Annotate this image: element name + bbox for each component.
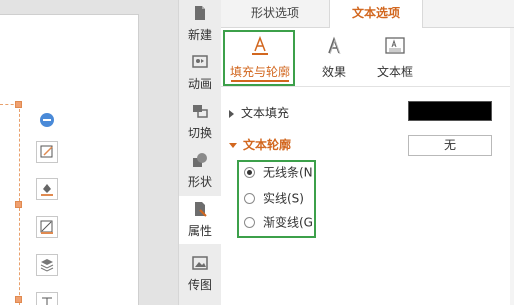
file-icon: [195, 6, 205, 20]
layers-icon[interactable]: [36, 254, 58, 276]
side-tab-label: 属性: [187, 224, 212, 238]
resize-handle[interactable]: [15, 296, 22, 303]
side-tab-label: 新建: [187, 28, 212, 42]
radio-gradient-line[interactable]: 渐变线(G: [244, 212, 313, 232]
subtab-effect[interactable]: 效果: [307, 28, 361, 84]
radio-label: 无线条(N: [263, 165, 313, 180]
resize-handle[interactable]: [15, 201, 22, 208]
fill-color-swatch[interactable]: [408, 101, 492, 121]
edit-shape-icon[interactable]: [36, 141, 58, 163]
text-outline-label: 文本轮廓: [243, 138, 292, 152]
text-tool-icon[interactable]: [36, 292, 58, 305]
side-tab-animation[interactable]: 动画: [179, 49, 221, 97]
panel-top-tabs: 形状选项 文本选项: [221, 0, 514, 28]
slide-page[interactable]: [0, 14, 139, 305]
image-icon: [192, 256, 208, 270]
side-tab-label: 动画: [187, 77, 212, 91]
tab-text-options[interactable]: 文本选项: [329, 0, 423, 28]
side-tab-properties[interactable]: 属性: [179, 196, 221, 244]
side-tab-label: 传图: [187, 278, 212, 292]
outline-pen-icon[interactable]: [36, 216, 58, 238]
side-tab-shape[interactable]: 形状: [179, 147, 221, 195]
properties-icon: [195, 202, 207, 217]
panel-sub-tabs: 填充与轮廓 效果 文本框: [221, 28, 514, 87]
tab-shape-options[interactable]: 形状选项: [221, 0, 329, 27]
text-effect-a-icon: [328, 36, 341, 55]
collapse-minus-icon[interactable]: [40, 113, 54, 127]
side-tab-new[interactable]: 新建: [179, 0, 221, 48]
shape-icon: [193, 153, 207, 167]
outline-style-button[interactable]: 无: [408, 135, 492, 156]
task-pane-tabs: 新建 动画 切换 形状 属性 传图: [178, 0, 222, 305]
radio-label: 渐变线(G: [263, 215, 313, 230]
text-underline-a-icon: [252, 35, 268, 55]
side-tab-label: 切换: [187, 126, 212, 140]
text-fill-label: 文本填充: [241, 106, 290, 120]
subtab-label: 文本框: [376, 65, 413, 79]
radio-label: 实线(S): [263, 191, 304, 206]
property-panel: 形状选项 文本选项 填充与轮廓 效果 文本框 文本填充 文本轮廓 无 无线条(N…: [221, 0, 514, 305]
active-underline: [231, 80, 289, 82]
radio-indicator[interactable]: [244, 167, 255, 178]
resize-handle[interactable]: [15, 101, 22, 108]
subtab-fill-outline[interactable]: 填充与轮廓: [227, 28, 293, 84]
side-tab-image[interactable]: 传图: [179, 250, 221, 298]
side-tab-transition[interactable]: 切换: [179, 98, 221, 146]
collapse-arrow-icon: [229, 143, 237, 148]
radio-solid-line[interactable]: 实线(S): [244, 188, 304, 208]
radio-no-line[interactable]: 无线条(N: [244, 162, 313, 182]
radio-indicator[interactable]: [244, 193, 255, 204]
textbox-icon: [385, 37, 405, 54]
fill-bucket-icon[interactable]: [36, 178, 58, 200]
subtab-label: 填充与轮廓: [229, 65, 290, 79]
subtab-label: 效果: [321, 65, 346, 79]
side-tab-label: 形状: [187, 175, 212, 189]
animation-icon: [192, 55, 208, 68]
expand-arrow-icon: [229, 109, 234, 118]
radio-indicator[interactable]: [244, 217, 255, 228]
text-fill-section[interactable]: 文本填充: [229, 104, 289, 121]
text-outline-section[interactable]: 文本轮廓: [229, 136, 291, 153]
subtab-textbox[interactable]: 文本框: [367, 28, 423, 84]
panel-scrollbar[interactable]: [510, 28, 514, 305]
slide-canvas[interactable]: [0, 0, 178, 305]
transition-icon: [193, 105, 208, 118]
